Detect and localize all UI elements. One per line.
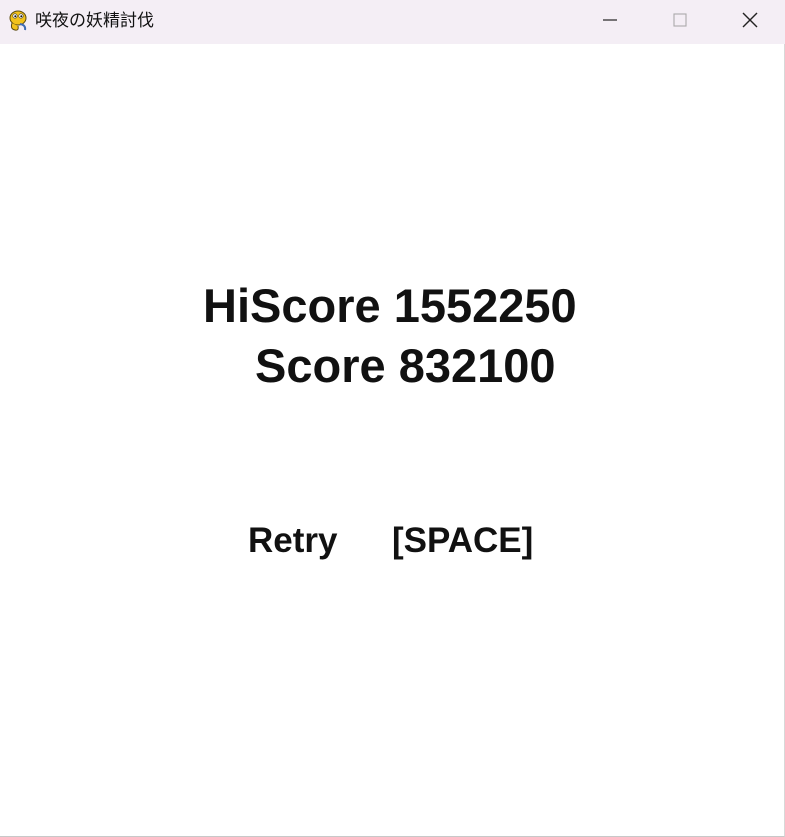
- maximize-icon: [672, 12, 688, 33]
- hiscore-value: 1552250: [393, 279, 577, 332]
- minimize-button[interactable]: [575, 0, 645, 44]
- hiscore-line: HiScore 1552250: [203, 282, 577, 329]
- minimize-icon: [602, 12, 618, 33]
- retry-key-hint: [SPACE]: [392, 521, 534, 560]
- maximize-button[interactable]: [645, 0, 715, 44]
- close-button[interactable]: [715, 0, 785, 44]
- title-bar[interactable]: 咲夜の妖精討伐: [0, 0, 785, 44]
- retry-label: Retry: [248, 521, 338, 560]
- score-label: Score: [255, 339, 386, 392]
- score-value: 832100: [398, 339, 556, 392]
- game-window: 咲夜の妖精討伐 HiScore 1552250 Score 832100 Ret…: [0, 0, 785, 837]
- game-canvas[interactable]: HiScore 1552250 Score 832100 Retry [SPAC…: [0, 44, 784, 836]
- pygame-snake-icon: [6, 9, 29, 32]
- score-line: Score 832100: [255, 342, 556, 389]
- window-title: 咲夜の妖精討伐: [35, 11, 154, 31]
- close-icon: [741, 11, 759, 34]
- hiscore-label: HiScore: [203, 279, 381, 332]
